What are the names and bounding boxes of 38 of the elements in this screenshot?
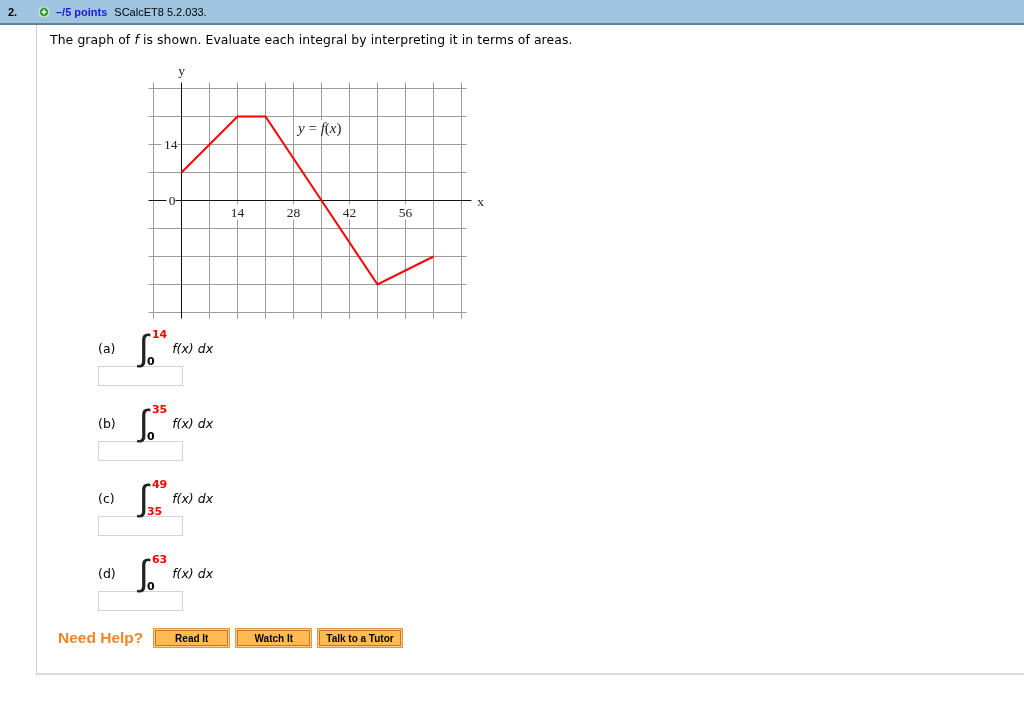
answer-field[interactable] — [98, 366, 183, 386]
integrand: f(x) dx — [172, 340, 214, 356]
x-tick-label: 28 — [286, 204, 301, 220]
help-button[interactable]: Read It — [153, 628, 231, 648]
upper-limit: 14 — [151, 328, 168, 341]
integral-sign: ∫ — [139, 329, 149, 367]
integral-sign: ∫ — [139, 404, 149, 442]
y-tick-label: 14 — [164, 137, 178, 152]
upper-limit: 49 — [151, 478, 168, 491]
answer-field[interactable] — [98, 441, 183, 461]
integral-sign: ∫ — [139, 479, 149, 517]
question-source: SCalcET8 5.2.033. — [114, 5, 207, 18]
integral-sign: ∫ — [139, 554, 149, 592]
integrand: f(x) dx — [172, 415, 214, 431]
function-label: y = f(x) — [296, 120, 344, 136]
answer-field[interactable] — [98, 516, 183, 536]
x-tick-label: 42 — [342, 204, 357, 220]
plus-icon[interactable] — [38, 5, 50, 18]
x-axis-label: x — [477, 193, 484, 209]
x-tick-label: 56 — [398, 204, 413, 220]
part-label: (c) — [98, 490, 116, 506]
help-button[interactable]: Talk to a Tutor — [317, 628, 403, 648]
need-help-label: Need Help? — [58, 629, 144, 647]
answer-field[interactable] — [98, 591, 183, 611]
question-prompt: The graph of f is shown. Evaluate each integral by interpreting it in terms of areas. — [50, 32, 574, 47]
integrand: f(x) dx — [172, 565, 214, 581]
upper-limit: 63 — [151, 553, 168, 566]
part-label: (b) — [98, 415, 117, 431]
part-label: (a) — [98, 340, 117, 356]
points-label: –/5 points — [56, 5, 108, 18]
integrand: f(x) dx — [172, 490, 214, 506]
help-button[interactable]: Watch It — [235, 628, 313, 648]
part-label: (d) — [98, 565, 117, 581]
y-axis-label: y — [178, 62, 185, 78]
upper-limit: 35 — [151, 403, 168, 416]
x-tick-label: 14 — [230, 204, 245, 220]
question-number: 2. — [8, 5, 19, 18]
y-tick-label: 0 — [168, 193, 176, 208]
